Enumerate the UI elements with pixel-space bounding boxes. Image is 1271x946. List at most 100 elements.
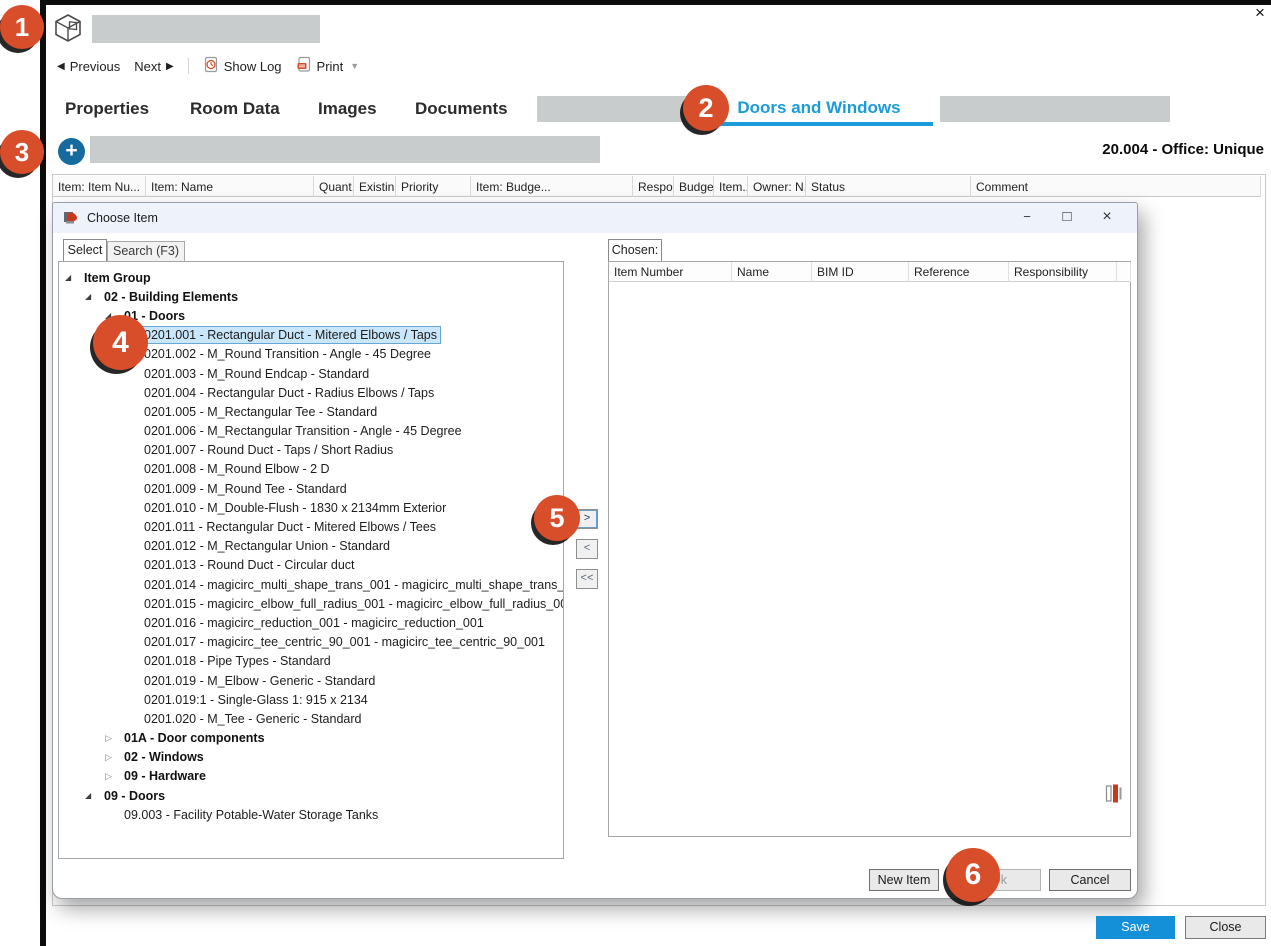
tab-doors-and-windows[interactable]: Doors and Windows	[705, 94, 933, 126]
tree-collapsed-icon[interactable]: ▷	[105, 733, 120, 744]
tree-item-label: 0201.006 - M_Rectangular Transition - An…	[140, 422, 466, 440]
show-log-icon	[203, 56, 219, 76]
tree-item[interactable]: 0201.014 - magicirc_multi_shape_trans_00…	[59, 575, 563, 594]
tree-collapsed-icon[interactable]: ▷	[105, 752, 120, 763]
dialog-maximize-icon[interactable]: □	[1047, 203, 1087, 233]
column-header[interactable]: Owner: N...	[748, 176, 806, 197]
column-header[interactable]: Item: Name	[146, 176, 314, 197]
tree-item[interactable]: 0201.010 - M_Double-Flush - 1830 x 2134m…	[59, 498, 563, 517]
close-button[interactable]: Close	[1185, 916, 1266, 939]
column-header[interactable]: Respo...	[633, 176, 674, 197]
door-resize-icon	[1105, 783, 1123, 809]
tree-item[interactable]: ▷01A - Door components	[59, 729, 563, 748]
tree-expanded-icon[interactable]: ◢	[65, 273, 80, 282]
dialog-titlebar[interactable]	[53, 203, 1137, 233]
tree-item[interactable]: ◢Item Group	[59, 268, 563, 287]
tree-item[interactable]: 0201.016 - magicirc_reduction_001 - magi…	[59, 613, 563, 632]
tree-item-label: 0201.015 - magicirc_elbow_full_radius_00…	[140, 595, 564, 613]
add-item-button[interactable]: +	[58, 138, 85, 165]
remove-selected-button[interactable]: <	[576, 539, 598, 559]
tree-item-label: 0201.011 - Rectangular Duct - Mitered El…	[140, 518, 440, 536]
column-header[interactable]: Item...	[714, 176, 748, 197]
callout-badge-5: 5	[534, 495, 580, 541]
callout-badge-4: 4	[93, 315, 148, 370]
new-item-button[interactable]: New Item	[869, 869, 939, 891]
show-log-button[interactable]: Show Log	[203, 56, 282, 76]
tab-room-data[interactable]: Room Data	[190, 96, 280, 122]
tree-item[interactable]: 0201.017 - magicirc_tee_centric_90_001 -…	[59, 633, 563, 652]
previous-button[interactable]: ◀ Previous	[57, 59, 120, 74]
column-header[interactable]: Existin...	[354, 176, 396, 197]
callout-badge-6: 6	[946, 848, 1000, 902]
column-header[interactable]: Status	[806, 176, 971, 197]
tree-item[interactable]: 0201.018 - Pipe Types - Standard	[59, 652, 563, 671]
tree-item-label: 01A - Door components	[120, 729, 269, 747]
tree-item[interactable]: 0201.006 - M_Rectangular Transition - An…	[59, 422, 563, 441]
tree-expanded-icon[interactable]: ◢	[85, 292, 100, 301]
tab-select[interactable]: Select	[63, 239, 107, 261]
next-arrow-icon: ▶	[166, 61, 174, 72]
save-button[interactable]: Save	[1096, 916, 1175, 939]
window-close-icon[interactable]: ×	[1250, 3, 1270, 23]
tree-item[interactable]: 09.003 - Facility Potable-Water Storage …	[59, 805, 563, 824]
dialog-minimize-icon[interactable]: −	[1007, 203, 1047, 233]
column-header[interactable]: BIM ID	[812, 262, 909, 282]
tree-item[interactable]: 0201.005 - M_Rectangular Tee - Standard	[59, 402, 563, 421]
tree-item[interactable]: ▷02 - Windows	[59, 748, 563, 767]
next-button[interactable]: Next ▶	[134, 59, 173, 74]
column-label: Existin...	[359, 177, 396, 197]
column-header[interactable]: Item Number	[609, 262, 732, 282]
column-header[interactable]: Comment	[971, 176, 1261, 197]
column-header[interactable]: Name	[732, 262, 812, 282]
tab-documents[interactable]: Documents	[415, 96, 508, 122]
tree-item[interactable]: 0201.013 - Round Duct - Circular duct	[59, 556, 563, 575]
column-header[interactable]	[1117, 262, 1131, 282]
column-header[interactable]: Item: Item Nu...▲	[53, 176, 146, 197]
remove-all-button[interactable]: <<	[576, 569, 598, 589]
tab-search[interactable]: Search (F3)	[107, 241, 185, 261]
tree-item[interactable]: 0201.012 - M_Rectangular Union - Standar…	[59, 537, 563, 556]
tree-item[interactable]: 0201.003 - M_Round Endcap - Standard	[59, 364, 563, 383]
room-title: 20.004 - Office: Unique	[1102, 137, 1264, 163]
tree-item-label: 09 - Hardware	[120, 767, 210, 785]
show-log-label: Show Log	[224, 59, 282, 74]
print-icon	[296, 56, 312, 76]
tree-item[interactable]: 0201.020 - M_Tee - Generic - Standard	[59, 709, 563, 728]
column-header[interactable]: Responsibility	[1009, 262, 1117, 282]
dialog-title: Choose Item	[87, 203, 158, 233]
dialog-close-icon[interactable]: ×	[1087, 203, 1127, 233]
tree-item[interactable]: 0201.004 - Rectangular Duct - Radius Elb…	[59, 383, 563, 402]
tree-collapsed-icon[interactable]: ▷	[105, 771, 120, 782]
print-button[interactable]: Print ▼	[296, 56, 360, 76]
tab-chosen[interactable]: Chosen:	[608, 239, 662, 261]
tree-item-label: 0201.017 - magicirc_tee_centric_90_001 -…	[140, 633, 549, 651]
print-dropdown-icon[interactable]: ▼	[350, 61, 359, 71]
tree-item-label: 0201.019 - M_Elbow - Generic - Standard	[140, 672, 379, 690]
tree-item[interactable]: ◢09 - Doors	[59, 786, 563, 805]
tree-item[interactable]: 0201.019:1 - Single-Glass 1: 915 x 2134	[59, 690, 563, 709]
column-header[interactable]: Priority	[396, 176, 471, 197]
tree-expanded-icon[interactable]: ◢	[85, 791, 100, 800]
column-label: Name	[737, 262, 769, 282]
column-label: Owner: N...	[753, 177, 806, 197]
tree-item[interactable]: 0201.019 - M_Elbow - Generic - Standard	[59, 671, 563, 690]
column-label: Item...	[719, 177, 748, 197]
tab-images[interactable]: Images	[318, 96, 377, 122]
tree-item-label: 0201.003 - M_Round Endcap - Standard	[140, 365, 373, 383]
items-table-header: Item: Item Nu...▲Item: NameQuant...Exist…	[53, 176, 1261, 197]
tree-item[interactable]: 0201.015 - magicirc_elbow_full_radius_00…	[59, 594, 563, 613]
tree-item[interactable]: 0201.007 - Round Duct - Taps / Short Rad…	[59, 441, 563, 460]
tree-item-label: 0201.007 - Round Duct - Taps / Short Rad…	[140, 441, 397, 459]
column-header[interactable]: Item: Budge...	[471, 176, 633, 197]
column-header[interactable]: Quant...	[314, 176, 354, 197]
column-header[interactable]: Budge...	[674, 176, 714, 197]
tree-item[interactable]: ◢02 - Building Elements	[59, 287, 563, 306]
tree-item[interactable]: 0201.011 - Rectangular Duct - Mitered El…	[59, 517, 563, 536]
column-header[interactable]: Reference	[909, 262, 1009, 282]
tree-item[interactable]: 0201.009 - M_Round Tee - Standard	[59, 479, 563, 498]
tab-properties[interactable]: Properties	[65, 96, 149, 122]
tree-item[interactable]: ▷09 - Hardware	[59, 767, 563, 786]
callout-badge-3: 3	[0, 130, 44, 174]
cancel-button[interactable]: Cancel	[1049, 869, 1131, 891]
tree-item[interactable]: 0201.008 - M_Round Elbow - 2 D	[59, 460, 563, 479]
